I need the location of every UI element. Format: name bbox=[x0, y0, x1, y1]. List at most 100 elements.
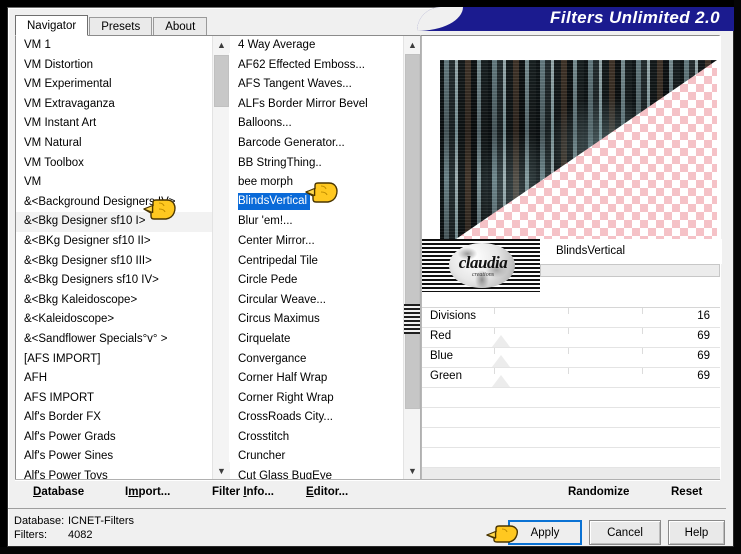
parameter-value: 69 bbox=[697, 370, 710, 382]
slider-handle[interactable] bbox=[492, 335, 510, 347]
parameter-row[interactable]: Green 69 bbox=[422, 368, 720, 388]
parameter-row[interactable]: Red 69 bbox=[422, 328, 720, 348]
watermark-subtext: creations bbox=[471, 272, 495, 278]
list-item[interactable]: &<Background Designers IV> bbox=[16, 193, 212, 213]
chevron-down-icon[interactable]: ▼ bbox=[404, 462, 421, 479]
list-item-selected-category[interactable]: &<Bkg Designer sf10 I> bbox=[16, 212, 212, 232]
window-right-shadow bbox=[734, 0, 741, 554]
reset-link[interactable]: Reset bbox=[671, 486, 702, 498]
list-item[interactable]: VM Instant Art bbox=[16, 114, 212, 134]
list-item[interactable]: Blur 'em!... bbox=[230, 212, 420, 232]
list-item[interactable]: Alf's Power Sines bbox=[16, 447, 212, 467]
list-item[interactable]: &<Sandflower Specials°v° > bbox=[16, 330, 212, 350]
category-list[interactable]: VM 1 VM Distortion VM Experimental VM Ex… bbox=[16, 36, 212, 479]
parameter-row-empty bbox=[422, 448, 720, 468]
list-item[interactable]: &<BKg Designer sf10 II> bbox=[16, 232, 212, 252]
parameter-panel-footer bbox=[422, 468, 720, 479]
list-item[interactable]: VM Extravaganza bbox=[16, 95, 212, 115]
list-item[interactable]: 4 Way Average bbox=[230, 36, 420, 56]
list-item[interactable]: Cut Glass BugEye bbox=[230, 467, 420, 479]
list-item[interactable]: Convergance bbox=[230, 350, 420, 370]
chevron-up-icon[interactable]: ▲ bbox=[404, 36, 421, 53]
list-item[interactable]: AFH bbox=[16, 369, 212, 389]
list-item-selected-filter[interactable]: BlindsVertical bbox=[238, 192, 311, 210]
list-item[interactable]: VM Toolbox bbox=[16, 154, 212, 174]
status-database-value: ICNET-Filters bbox=[68, 515, 134, 527]
title-banner: Filters Unlimited 2.0 bbox=[417, 7, 734, 31]
statusbar-divider bbox=[8, 508, 726, 509]
parameter-row-empty bbox=[422, 428, 720, 448]
status-bar: Database: ICNET-Filters Filters: 4082 bbox=[14, 515, 134, 542]
status-filters-value: 4082 bbox=[68, 528, 93, 541]
help-button[interactable]: Help bbox=[668, 520, 725, 545]
filter-info-link[interactable]: Filter Info... bbox=[212, 486, 274, 498]
randomize-link[interactable]: Randomize bbox=[568, 486, 629, 498]
status-database-key: Database: bbox=[14, 515, 65, 527]
category-list-scrollbar[interactable]: ▲ ▼ bbox=[212, 36, 230, 479]
parameter-row[interactable]: Blue 69 bbox=[422, 348, 720, 368]
list-item[interactable]: VM 1 bbox=[16, 36, 212, 56]
list-item[interactable]: &<Bkg Kaleidoscope> bbox=[16, 291, 212, 311]
parameter-label: Red bbox=[430, 330, 452, 342]
list-item[interactable]: Alf's Power Toys bbox=[16, 467, 212, 479]
list-item[interactable]: AFS Tangent Waves... bbox=[230, 75, 420, 95]
list-item[interactable]: Circle Pede bbox=[230, 271, 420, 291]
list-item[interactable]: &<Bkg Designer sf10 III> bbox=[16, 252, 212, 272]
apply-button[interactable]: Apply bbox=[508, 520, 582, 545]
chevron-down-icon[interactable]: ▼ bbox=[213, 462, 230, 479]
action-bar: DDatabaseatabase Import... Filter Info..… bbox=[15, 480, 720, 507]
scrollbar-thumb[interactable] bbox=[214, 55, 229, 107]
list-item[interactable]: Center Mirror... bbox=[230, 232, 420, 252]
list-item[interactable]: Circus Maximus bbox=[230, 310, 420, 330]
list-item[interactable]: VM Natural bbox=[16, 134, 212, 154]
list-item[interactable]: BB StringThing.. bbox=[230, 154, 420, 174]
list-item[interactable]: Alf's Border FX bbox=[16, 408, 212, 428]
tab-strip: Navigator Presets About bbox=[15, 15, 208, 36]
tab-presets[interactable]: Presets bbox=[89, 17, 153, 36]
window-bottom-shadow bbox=[0, 547, 741, 554]
application-window: Filters Unlimited 2.0 Navigator Presets … bbox=[0, 0, 741, 554]
import-link[interactable]: Import... bbox=[125, 486, 170, 498]
cancel-button[interactable]: Cancel bbox=[589, 520, 661, 545]
list-item[interactable]: Centripedal Tile bbox=[230, 252, 420, 272]
slider-handle[interactable] bbox=[492, 355, 510, 367]
list-item[interactable]: Corner Half Wrap bbox=[230, 369, 420, 389]
tab-navigator[interactable]: Navigator bbox=[15, 15, 89, 36]
slider-handle[interactable] bbox=[492, 375, 510, 387]
list-item[interactable]: ALFs Border Mirror Bevel bbox=[230, 95, 420, 115]
list-item[interactable]: [AFS IMPORT] bbox=[16, 350, 212, 370]
parameter-label: Divisions bbox=[430, 310, 477, 322]
list-item[interactable]: VM bbox=[16, 173, 212, 193]
tab-about[interactable]: About bbox=[153, 17, 208, 36]
list-item[interactable]: Balloons... bbox=[230, 114, 420, 134]
list-item[interactable]: VM Experimental bbox=[16, 75, 212, 95]
database-link[interactable]: DDatabaseatabase bbox=[33, 486, 84, 498]
chevron-up-icon[interactable]: ▲ bbox=[213, 36, 230, 53]
panel-vertical-divider bbox=[420, 35, 421, 507]
list-item[interactable]: AFS IMPORT bbox=[16, 389, 212, 409]
list-item[interactable]: Crosstitch bbox=[230, 428, 420, 448]
editor-link[interactable]: Editor... bbox=[306, 486, 348, 498]
selected-filter-name: BlindsVertical bbox=[540, 239, 722, 264]
filter-preview-image[interactable] bbox=[440, 60, 717, 250]
list-item[interactable]: VM Distortion bbox=[16, 56, 212, 76]
list-item[interactable]: Cirquelate bbox=[230, 330, 420, 350]
panel-divider bbox=[422, 292, 720, 308]
progress-strip bbox=[540, 264, 720, 277]
scrollbar-thumb[interactable] bbox=[405, 54, 420, 409]
parameter-row[interactable]: Divisions 16 bbox=[422, 308, 720, 328]
list-item[interactable]: AF62 Effected Emboss... bbox=[230, 56, 420, 76]
parameter-row-empty bbox=[422, 388, 720, 408]
list-item[interactable]: &<Bkg Designers sf10 IV> bbox=[16, 271, 212, 291]
list-item[interactable]: Corner Right Wrap bbox=[230, 389, 420, 409]
list-item[interactable]: Circular Weave... bbox=[230, 291, 420, 311]
parameter-value: 16 bbox=[697, 310, 710, 322]
list-item[interactable]: CrossRoads City... bbox=[230, 408, 420, 428]
filter-list-scrollbar[interactable]: ▲ ▼ bbox=[403, 36, 421, 479]
filter-list[interactable]: 4 Way Average AF62 Effected Emboss... AF… bbox=[230, 36, 420, 479]
list-item[interactable]: bee morph bbox=[230, 173, 420, 193]
list-item[interactable]: Barcode Generator... bbox=[230, 134, 420, 154]
list-item[interactable]: &<Kaleidoscope> bbox=[16, 310, 212, 330]
list-item[interactable]: Alf's Power Grads bbox=[16, 428, 212, 448]
list-item[interactable]: Cruncher bbox=[230, 447, 420, 467]
